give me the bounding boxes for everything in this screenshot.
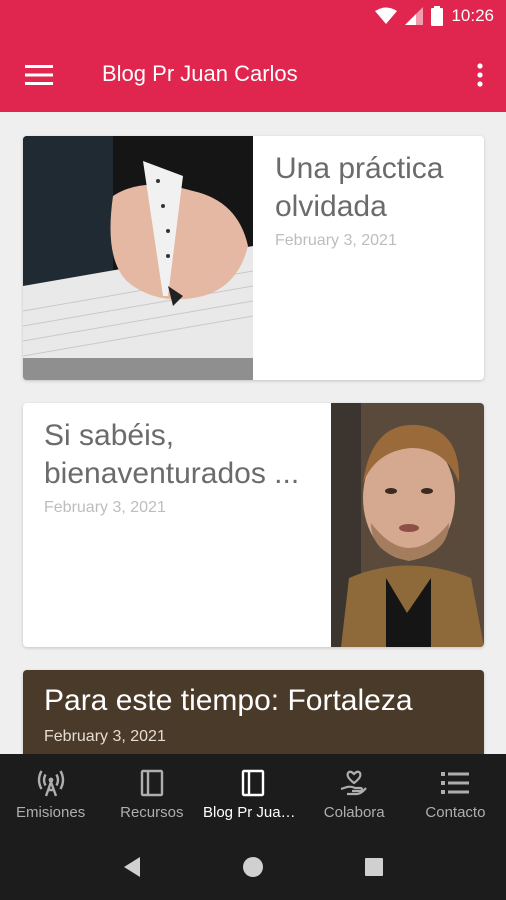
status-icons: 10:26 — [375, 6, 494, 26]
app-title: Blog Pr Juan Carlos — [102, 61, 298, 86]
post-title: Si sabéis, bienaventurados ... — [44, 419, 300, 490]
home-circle-icon — [242, 857, 263, 877]
post-card[interactable]: Para este tiempo: Fortaleza February 3, … — [23, 670, 484, 754]
status-bar: 10:26 — [0, 0, 506, 36]
recents-square-icon — [364, 858, 383, 876]
nav-item-emisiones[interactable]: Emisiones — [0, 754, 101, 834]
status-time: 10:26 — [451, 6, 494, 25]
more-options-button[interactable] — [468, 58, 492, 92]
book-icon — [238, 768, 268, 798]
list-icon — [440, 768, 470, 798]
nav-label: Emisiones — [16, 804, 86, 821]
nav-item-colabora[interactable]: Colabora — [304, 754, 405, 834]
menu-button[interactable] — [22, 58, 56, 92]
back-button[interactable] — [112, 847, 152, 887]
signal-icon — [405, 7, 424, 25]
nav-label: Blog Pr Juan Carlos — [203, 804, 303, 821]
post-feed: Una práctica olvidada February 3, 2021 S… — [0, 112, 506, 754]
post-card[interactable]: Una práctica olvidada February 3, 2021 — [23, 136, 484, 380]
post-title: Para este tiempo: Fortaleza — [44, 684, 413, 717]
recents-button[interactable] — [354, 847, 394, 887]
post-date: February 3, 2021 — [275, 232, 397, 249]
back-triangle-icon — [124, 857, 141, 877]
nav-label: Contacto — [425, 804, 486, 821]
post-thumbnail-portrait — [331, 403, 484, 647]
antenna-icon — [36, 768, 66, 798]
more-vert-icon — [477, 63, 483, 87]
hamburger-menu-icon — [25, 65, 53, 85]
nav-item-contacto[interactable]: Contacto — [405, 754, 506, 834]
app-bar: Blog Pr Juan Carlos — [0, 36, 506, 112]
post-date: February 3, 2021 — [44, 499, 166, 516]
donate-hand-icon — [339, 768, 369, 798]
system-navigation-bar — [0, 834, 506, 900]
post-card[interactable]: Si sabéis, bienaventurados ... February … — [23, 403, 484, 647]
battery-icon — [431, 6, 444, 26]
bottom-navigation: Emisiones Recursos Blog Pr Juan Carlos — [0, 754, 506, 834]
nav-item-blog[interactable]: Blog Pr Juan Carlos — [202, 754, 303, 834]
post-date: February 3, 2021 — [44, 728, 166, 745]
home-button[interactable] — [233, 847, 273, 887]
post-thumbnail-writing-hand — [23, 136, 253, 380]
post-title: Una práctica olvidada — [275, 152, 444, 223]
nav-item-recursos[interactable]: Recursos — [101, 754, 202, 834]
wifi-icon — [375, 7, 398, 24]
nav-label: Colabora — [323, 804, 385, 821]
book-icon — [137, 768, 167, 798]
nav-label: Recursos — [120, 804, 184, 821]
